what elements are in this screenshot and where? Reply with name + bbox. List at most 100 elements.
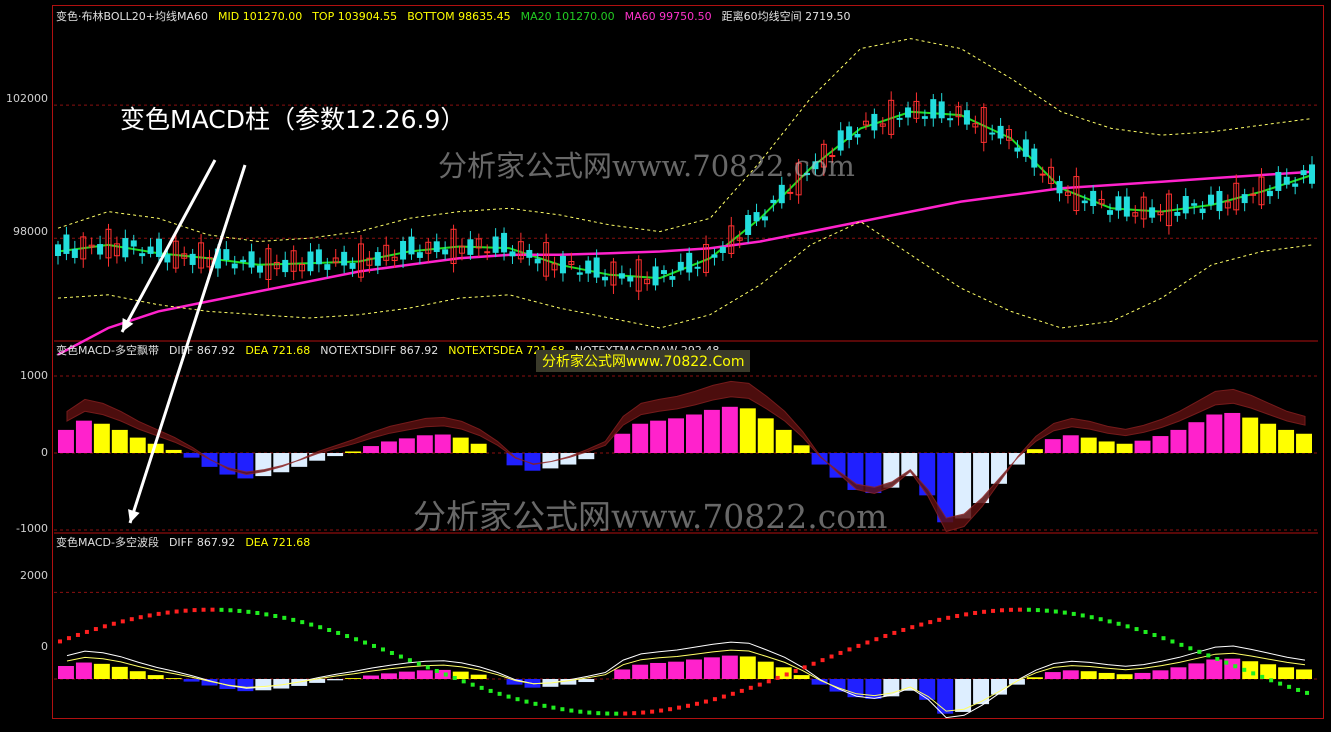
wave-dot (452, 675, 457, 680)
wave-bar (237, 679, 254, 692)
wave-dot (1134, 627, 1139, 632)
candle-body (1056, 181, 1063, 194)
wave-dot (883, 633, 888, 638)
candle-body (416, 252, 423, 258)
wave-dot (255, 610, 260, 615)
wave-dot (694, 701, 699, 706)
wave-dot (1233, 664, 1238, 669)
wave-dot (784, 672, 789, 677)
wave-dot (389, 650, 394, 655)
wave-dot (569, 708, 574, 713)
candle-body (130, 240, 137, 247)
wave-bar (470, 674, 487, 679)
wave-dot (1260, 674, 1265, 679)
wave-dot (964, 612, 969, 617)
band-bar (183, 453, 200, 458)
wave-dot (1179, 642, 1184, 647)
wave-dot (1197, 649, 1202, 654)
wave-dot (372, 643, 376, 648)
wave-dot (291, 617, 296, 622)
wave-dot (605, 711, 610, 716)
candle-body (627, 276, 634, 282)
wave-dot (677, 705, 682, 710)
wave-dot (838, 650, 843, 655)
band-bar (398, 438, 415, 453)
candle-body (534, 258, 541, 264)
band-bar (1080, 437, 1097, 453)
wave-dot (219, 607, 224, 612)
wave-dot (1098, 617, 1103, 622)
wave-dot (102, 624, 107, 629)
wave-bar (1008, 679, 1025, 685)
wave-dot (937, 617, 942, 622)
band-bar (1242, 417, 1259, 453)
candle-body (315, 249, 322, 265)
wave-dot (183, 608, 188, 613)
wave-bar (1098, 672, 1115, 679)
wave-dot (246, 609, 251, 614)
candle-body (669, 276, 676, 280)
price-header-item-0[interactable]: 变色·布林BOLL20+均线MA60 (56, 10, 208, 23)
candle-body (576, 272, 583, 275)
wave-header-item-0[interactable]: 变色MACD-多空波段 (56, 536, 159, 549)
wave-dot (524, 699, 529, 704)
candle-body (1115, 196, 1122, 211)
wave-dot (120, 619, 125, 624)
wave-dot (1278, 681, 1283, 686)
candle-body (921, 116, 928, 119)
wave-dot (497, 691, 502, 696)
wave-bar (1170, 667, 1187, 679)
band-header-item-2: DEA 721.68 (245, 344, 311, 357)
wave-bar (739, 656, 756, 679)
wave-dot (434, 668, 439, 673)
candle-body (1031, 148, 1038, 168)
candle-body (1199, 208, 1206, 214)
candle-body (938, 101, 945, 119)
candle-body (63, 234, 70, 254)
band-bar (219, 453, 236, 475)
annotation-title: 变色MACD柱（参数12.26.9） (120, 105, 466, 134)
wave-dot (129, 617, 134, 622)
wave-bar (327, 679, 344, 681)
wave-bar (1026, 677, 1043, 679)
wave-bar (398, 671, 415, 679)
candle-body (1191, 203, 1198, 206)
band-bar (416, 435, 433, 453)
wave-dot (946, 615, 951, 620)
wave-dot (156, 611, 161, 616)
wave-dot (820, 658, 825, 663)
arrow-to-wave-panel-head (128, 509, 140, 523)
wave-dot (632, 711, 637, 716)
candle-body (400, 240, 407, 260)
price-header-item-6: 距离60均线空间 2719.50 (721, 10, 851, 23)
candle-body (307, 251, 314, 272)
band-header-item-0[interactable]: 变色MACD-多空飘带 (56, 344, 159, 357)
candle-body (155, 238, 162, 257)
wave-bar (1080, 671, 1097, 679)
wave-dot (1296, 687, 1301, 692)
wave-dot (892, 630, 897, 635)
candle-body (526, 249, 533, 258)
wave-dot (425, 665, 430, 670)
candle-body (694, 266, 701, 269)
candle-body (719, 246, 726, 253)
wave-dot (111, 621, 116, 626)
band-bar (650, 420, 667, 453)
candle-body (753, 212, 760, 222)
wave-dot (641, 710, 646, 715)
wave-dot (560, 707, 565, 712)
wave-bar (363, 675, 379, 679)
band-bar (93, 423, 110, 453)
wave-dot (919, 622, 924, 627)
wave-dot (1269, 678, 1274, 683)
price-header-item-3: BOTTOM 98635.45 (407, 10, 511, 23)
wave-dot (1287, 684, 1292, 689)
wave-dot (273, 614, 278, 619)
band-bar (632, 423, 649, 453)
wave-dot (1170, 639, 1175, 644)
series-bottom (57, 221, 1313, 329)
candle-body (324, 264, 331, 270)
wave-dot (443, 672, 448, 677)
series-mid (57, 110, 1313, 280)
candle-body (1174, 211, 1181, 216)
